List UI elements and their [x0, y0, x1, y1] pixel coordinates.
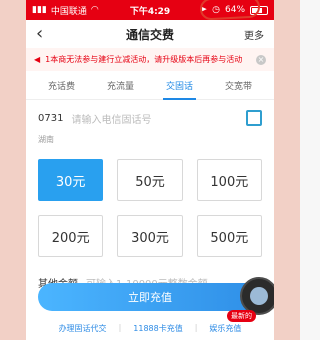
device-frame: ▮▮▮ 中国联通 ◠ 下午4:29 ➤ ◷ 64% ‹ 通信交费 更多 ◀ 1本…: [0, 0, 300, 340]
page-title: 通信交费: [125, 27, 174, 42]
status-left: ▮▮▮ 中国联通 ◠: [32, 4, 111, 17]
device-bezel-right: [273, 0, 300, 340]
tab-broadband[interactable]: 交宽带: [209, 79, 268, 92]
speaker-icon: ◀: [34, 55, 41, 64]
recharge-button[interactable]: 立即充值: [38, 283, 262, 311]
divider: |: [194, 323, 198, 332]
amount-100[interactable]: 100元: [196, 159, 262, 201]
card-recharge-link[interactable]: 11888卡充值: [133, 323, 182, 334]
new-badge: 最新的: [227, 310, 256, 322]
entertainment-link[interactable]: 娱乐充值: [209, 323, 241, 334]
tab-data[interactable]: 充流量: [91, 79, 150, 92]
tab-landline[interactable]: 交固话: [150, 79, 209, 100]
recharge-area: 立即充值: [38, 277, 274, 315]
notice-text: 1本商无法参与建行立减活动，请升级版本后再参与活动: [45, 55, 243, 64]
amount-500[interactable]: 500元: [196, 215, 262, 257]
amount-300[interactable]: 300元: [117, 215, 183, 257]
chevron-left-icon: ‹: [36, 23, 44, 44]
tab-phone-bill[interactable]: 充话费: [32, 79, 91, 92]
amount-grid: 30元 50元 100元 200元 300元 500元: [26, 153, 274, 257]
landline-proxy-link[interactable]: 办理固话代交: [59, 323, 107, 334]
tab-bar: 充话费 充流量 交固话 交宽带: [26, 0, 274, 100]
phone-screen: ▮▮▮ 中国联通 ◠ 下午4:29 ➤ ◷ 64% ‹ 通信交费 更多 ◀ 1本…: [26, 0, 274, 340]
area-code: 0731: [38, 112, 64, 124]
carrier-name: 中国联通: [50, 6, 87, 17]
phone-input-row: 0731 请输入电信固话号: [26, 100, 274, 126]
status-time: 下午4:29: [129, 6, 171, 17]
province-label: 湖南: [38, 135, 54, 144]
scan-icon[interactable]: [246, 110, 262, 126]
amount-30[interactable]: 30元: [38, 159, 104, 201]
close-icon[interactable]: ×: [256, 54, 266, 65]
annotation-circle: [199, 0, 261, 21]
more-button[interactable]: 更多: [244, 27, 264, 42]
top-nav: ‹ 通信交费 更多: [26, 20, 274, 48]
amount-200[interactable]: 200元: [38, 215, 104, 257]
amount-50[interactable]: 50元: [117, 159, 183, 201]
back-button[interactable]: ‹: [36, 25, 56, 43]
notice-bar: ◀ 1本商无法参与建行立减活动，请升级版本后再参与活动 ×: [26, 48, 274, 71]
divider: |: [118, 323, 122, 332]
landline-input[interactable]: 请输入电信固话号: [71, 111, 246, 126]
bottom-links: 办理固话代交 | 11888卡充值 | 娱乐充值: [26, 323, 274, 334]
device-bezel-left: [0, 0, 27, 340]
signal-icon: ▮▮▮: [32, 5, 47, 15]
wifi-icon: ◠: [90, 5, 99, 15]
